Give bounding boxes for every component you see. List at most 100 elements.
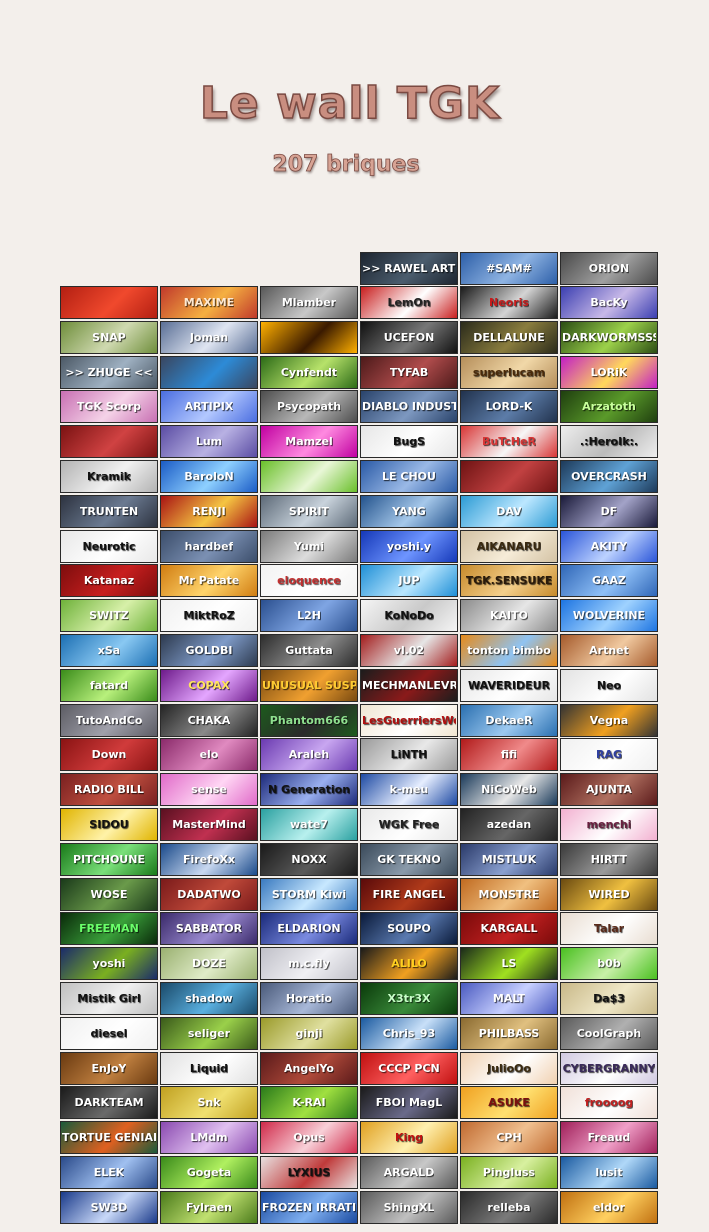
brick-banner[interactable]: fatard [60, 669, 158, 702]
brick-banner[interactable]: AJUNTA [560, 773, 658, 806]
brick-banner[interactable]: Chris_93 [360, 1017, 458, 1050]
brick-banner[interactable]: Horatio [260, 982, 358, 1015]
brick-banner[interactable]: FIRE ANGEL [360, 878, 458, 911]
brick-banner[interactable]: DARKWORMSSS [560, 321, 658, 354]
brick-banner[interactable]: OVERCRASH [560, 460, 658, 493]
brick-banner[interactable] [460, 460, 558, 493]
brick-banner[interactable]: ELEK [60, 1156, 158, 1189]
brick-banner[interactable]: yoshi.y [360, 530, 458, 563]
brick-banner[interactable]: ELDARION [260, 912, 358, 945]
brick-banner[interactable]: Liquid [160, 1052, 258, 1085]
brick-banner[interactable]: FREEMAN [60, 912, 158, 945]
brick-banner[interactable]: azedan [460, 808, 558, 841]
brick-banner[interactable]: shadow [160, 982, 258, 1015]
brick-banner[interactable]: AKITY [560, 530, 658, 563]
brick-banner[interactable]: PHILBASS [460, 1017, 558, 1050]
brick-banner[interactable]: LE CHOU [360, 460, 458, 493]
brick-banner[interactable]: relleba [460, 1191, 558, 1224]
brick-banner[interactable]: CPH [460, 1121, 558, 1154]
brick-banner[interactable]: CCCP PCN [360, 1052, 458, 1085]
brick-banner[interactable]: LS [460, 947, 558, 980]
brick-banner[interactable] [60, 425, 158, 458]
brick-banner[interactable]: ARGALD [360, 1156, 458, 1189]
brick-banner[interactable]: TGK.SENSUKE [460, 564, 558, 597]
brick-banner[interactable]: ARTIPIX [160, 390, 258, 423]
brick-banner[interactable]: .:HeroIk:. [560, 425, 658, 458]
brick-banner[interactable]: CHAKA [160, 704, 258, 737]
brick-banner[interactable]: froooog [560, 1086, 658, 1119]
brick-banner[interactable]: FROZEN IRRATION [260, 1191, 358, 1224]
brick-banner[interactable]: TYFAB [360, 356, 458, 389]
brick-banner[interactable]: lusit [560, 1156, 658, 1189]
brick-banner[interactable]: Freaud [560, 1121, 658, 1154]
brick-banner[interactable]: HIRTT [560, 843, 658, 876]
brick-banner[interactable]: MECHMANLEVRAI [360, 669, 458, 702]
brick-banner[interactable]: YANG [360, 495, 458, 528]
brick-banner[interactable]: AngelYo [260, 1052, 358, 1085]
brick-banner[interactable]: MONSTRE [460, 878, 558, 911]
brick-banner[interactable]: FirefoXx [160, 843, 258, 876]
brick-banner[interactable]: ORION [560, 252, 658, 285]
brick-banner[interactable]: Arzatoth [560, 390, 658, 423]
brick-banner[interactable]: DAV [460, 495, 558, 528]
brick-banner[interactable]: LiNTH [360, 738, 458, 771]
brick-banner[interactable]: CYBERGRANNY [560, 1052, 658, 1085]
brick-banner[interactable]: Opus [260, 1121, 358, 1154]
brick-banner[interactable]: Mistik Girl [60, 982, 158, 1015]
brick-banner[interactable]: BugS [360, 425, 458, 458]
brick-banner[interactable]: JulioOo [460, 1052, 558, 1085]
brick-banner[interactable]: WOLVERINE [560, 599, 658, 632]
brick-banner[interactable]: DADATWO [160, 878, 258, 911]
brick-banner[interactable]: WOSE [60, 878, 158, 911]
brick-banner[interactable]: CoolGraph [560, 1017, 658, 1050]
brick-banner[interactable]: BaroloN [160, 460, 258, 493]
brick-banner[interactable]: DekaeR [460, 704, 558, 737]
brick-banner[interactable] [260, 321, 358, 354]
brick-banner[interactable]: AIKANARU [460, 530, 558, 563]
brick-banner[interactable]: TORTUE GENIALE [60, 1121, 158, 1154]
brick-banner[interactable]: Talar [560, 912, 658, 945]
brick-banner[interactable]: ASUKE [460, 1086, 558, 1119]
brick-banner[interactable]: NOXX [260, 843, 358, 876]
brick-banner[interactable]: PITCHOUNE [60, 843, 158, 876]
brick-banner[interactable]: Mamzel [260, 425, 358, 458]
brick-banner[interactable]: NiCoWeb [460, 773, 558, 806]
brick-banner[interactable]: Da$3 [560, 982, 658, 1015]
brick-banner[interactable]: WAVERIDEUR [460, 669, 558, 702]
brick-banner[interactable]: GK TEKNO [360, 843, 458, 876]
brick-banner[interactable]: JUP [360, 564, 458, 597]
brick-banner[interactable]: MAXIME [160, 286, 258, 319]
brick-banner[interactable]: Psycopath [260, 390, 358, 423]
brick-banner[interactable]: yoshi [60, 947, 158, 980]
brick-banner[interactable]: sense [160, 773, 258, 806]
brick-banner[interactable]: SWITZ [60, 599, 158, 632]
brick-banner[interactable]: m.c.fly [260, 947, 358, 980]
brick-banner[interactable]: Mlamber [260, 286, 358, 319]
brick-banner[interactable]: KoNoDo [360, 599, 458, 632]
brick-banner[interactable]: xSa [60, 634, 158, 667]
brick-banner[interactable]: DF [560, 495, 658, 528]
brick-banner[interactable]: SABBATOR [160, 912, 258, 945]
brick-banner[interactable]: SNAP [60, 321, 158, 354]
brick-banner[interactable] [160, 356, 258, 389]
brick-banner[interactable]: Snk [160, 1086, 258, 1119]
brick-banner[interactable]: ALILO [360, 947, 458, 980]
brick-banner[interactable]: b0b [560, 947, 658, 980]
brick-banner[interactable]: RADIO BILL [60, 773, 158, 806]
brick-banner[interactable]: SPIRIT [260, 495, 358, 528]
brick-banner[interactable]: LYXIUS [260, 1156, 358, 1189]
brick-banner[interactable]: K-RAI [260, 1086, 358, 1119]
brick-banner[interactable]: k-meu [360, 773, 458, 806]
brick-banner[interactable]: TRUNTEN [60, 495, 158, 528]
brick-banner[interactable]: #SAM# [460, 252, 558, 285]
brick-banner[interactable]: WGK Free [360, 808, 458, 841]
brick-banner[interactable]: DOZE [160, 947, 258, 980]
brick-banner[interactable]: MALT [460, 982, 558, 1015]
brick-banner[interactable]: Guttata [260, 634, 358, 667]
brick-banner[interactable]: eloquence [260, 564, 358, 597]
brick-banner[interactable]: L2H [260, 599, 358, 632]
brick-banner[interactable]: LemOn [360, 286, 458, 319]
brick-banner[interactable]: EnJoY [60, 1052, 158, 1085]
brick-banner[interactable]: hardbef [160, 530, 258, 563]
brick-banner[interactable]: RAG [560, 738, 658, 771]
